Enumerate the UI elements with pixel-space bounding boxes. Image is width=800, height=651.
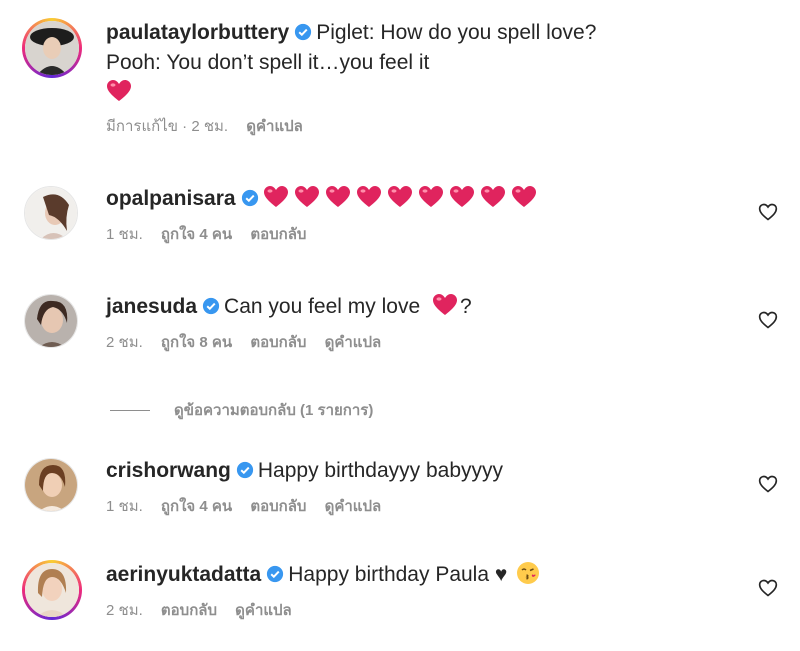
comment-2: opalpanisara 1 ชม. ถูกใจ 4 คน ตอบกลับ (22, 184, 800, 264)
username[interactable]: crishorwang (106, 459, 231, 482)
timestamp: 1 ชม. (106, 226, 143, 243)
timestamp: 2 ชม. (106, 602, 143, 619)
username[interactable]: aerinyuktadatta (106, 563, 261, 586)
avatar-image (25, 187, 77, 239)
avatar-image (25, 21, 79, 75)
heart-emoji-icon (449, 186, 474, 207)
comment-body: janesuda Can you feel my love ? 2 ชม. ถูก… (106, 292, 740, 354)
comment-3: janesuda Can you feel my love ? 2 ชม. ถูก… (22, 292, 800, 372)
verified-badge-icon (241, 189, 258, 207)
emoji-row (106, 78, 740, 108)
reply-button[interactable]: ตอบกลับ (250, 334, 306, 351)
edited-timestamp: มีการแก้ไข · 2 ชม. (106, 118, 229, 135)
like-heart-icon[interactable] (758, 474, 778, 494)
comment-meta: 2 ชม. ตอบกลับ ดูคำแปล (106, 598, 740, 622)
verified-badge-icon (267, 565, 284, 583)
avatar[interactable] (22, 560, 82, 620)
comment-text: Can you feel my love (224, 295, 421, 318)
comment-5: aerinyuktadatta Happy birthday Paula ♥ 2 … (22, 560, 800, 640)
avatar-image (25, 459, 77, 511)
comment-body: paulataylorbuttery Piglet: How do you spe… (106, 18, 740, 138)
translate-link[interactable]: ดูคำแปล (235, 602, 292, 619)
avatar-image (25, 563, 79, 617)
likes-count[interactable]: ถูกใจ 4 คน (161, 498, 232, 515)
comment-meta: 2 ชม. ถูกใจ 8 คน ตอบกลับ ดูคำแปล (106, 330, 740, 354)
verified-badge-icon (295, 23, 312, 41)
view-replies-label: ดูข้อความตอบกลับ (1 รายการ) (174, 402, 374, 419)
like-heart-icon[interactable] (758, 202, 778, 222)
comment-text: Pooh: You don’t spell it…you feel it (106, 51, 430, 74)
comment-1: paulataylorbuttery Piglet: How do you spe… (22, 18, 800, 158)
heart-emoji-icon (418, 186, 443, 207)
translate-link[interactable]: ดูคำแปล (325, 498, 382, 515)
avatar[interactable] (24, 186, 78, 240)
username[interactable]: janesuda (106, 295, 197, 318)
comment-body: crishorwang Happy birthdayyy babyyyy 1 ชม… (106, 456, 740, 518)
heart-emoji-icon (480, 186, 505, 207)
avatar[interactable] (24, 294, 78, 348)
comment-text: Happy birthdayyy babyyyy (257, 459, 503, 482)
reply-button[interactable]: ตอบกลับ (250, 226, 306, 243)
like-heart-icon[interactable] (758, 578, 778, 598)
comment-meta: มีการแก้ไข · 2 ชม. ดูคำแปล (106, 114, 740, 138)
comment-body: opalpanisara 1 ชม. ถูกใจ 4 คน ตอบกลับ (106, 184, 740, 246)
comment-body: aerinyuktadatta Happy birthday Paula ♥ 2 … (106, 560, 740, 622)
like-heart-icon[interactable] (758, 310, 778, 330)
heart-emoji-icon (107, 80, 131, 101)
timestamp: 1 ชม. (106, 498, 143, 515)
avatar[interactable] (22, 18, 82, 78)
reply-button[interactable]: ตอบกลับ (161, 602, 217, 619)
comment-text-suffix: ? (460, 295, 472, 318)
avatar[interactable] (24, 458, 78, 512)
heart-emoji-icon (356, 186, 381, 207)
likes-count[interactable]: ถูกใจ 4 คน (161, 226, 232, 243)
heart-emoji-icon (511, 186, 536, 207)
verified-badge-icon (202, 297, 220, 315)
divider (110, 409, 150, 411)
reply-button[interactable]: ตอบกลับ (250, 498, 306, 515)
translate-link[interactable]: ดูคำแปล (325, 334, 382, 351)
translate-link[interactable]: ดูคำแปล (246, 118, 303, 135)
heart-emoji-icon (325, 186, 350, 207)
heart-emoji-icon (263, 186, 288, 207)
comment-text: Happy birthday Paula ♥ (288, 563, 508, 586)
heart-emoji-icon (387, 186, 412, 207)
comment-meta: 1 ชม. ถูกใจ 4 คน ตอบกลับ (106, 222, 740, 246)
view-replies-button[interactable]: ดูข้อความตอบกลับ (1 รายการ) (110, 398, 373, 422)
heart-emoji-icon (433, 294, 457, 315)
username[interactable]: paulataylorbuttery (106, 21, 289, 44)
avatar-image (25, 295, 77, 347)
username[interactable]: opalpanisara (106, 187, 236, 210)
timestamp: 2 ชม. (106, 334, 143, 351)
verified-badge-icon (236, 461, 253, 479)
likes-count[interactable]: ถูกใจ 8 คน (161, 334, 232, 351)
heart-emoji-row (263, 186, 542, 210)
comment-meta: 1 ชม. ถูกใจ 4 คน ตอบกลับ ดูคำแปล (106, 494, 740, 518)
kiss-face-emoji-icon (517, 562, 540, 584)
comment-4: crishorwang Happy birthdayyy babyyyy 1 ชม… (22, 456, 800, 536)
heart-emoji-icon (294, 186, 319, 207)
comment-text: Piglet: How do you spell love? (316, 21, 597, 44)
